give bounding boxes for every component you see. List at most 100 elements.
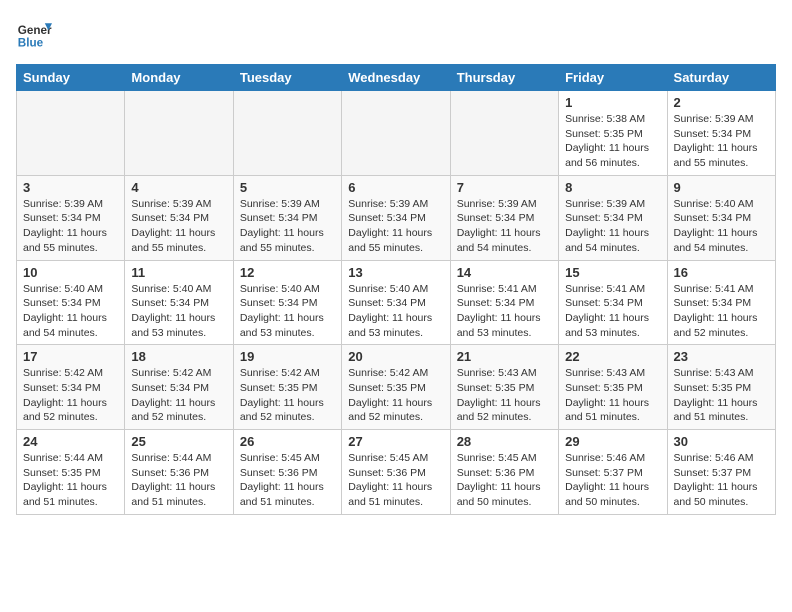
day-number: 1 — [565, 95, 660, 110]
calendar-cell — [17, 91, 125, 176]
calendar-cell: 8 Sunrise: 5:39 AM Sunset: 5:34 PM Daylig… — [559, 175, 667, 260]
day-number: 17 — [23, 349, 118, 364]
calendar-cell: 24 Sunrise: 5:44 AM Sunset: 5:35 PM Dayli… — [17, 430, 125, 515]
day-info: Sunrise: 5:40 AM Sunset: 5:34 PM Dayligh… — [348, 282, 443, 341]
day-number: 18 — [131, 349, 226, 364]
day-info: Sunrise: 5:41 AM Sunset: 5:34 PM Dayligh… — [674, 282, 769, 341]
calendar-cell: 1 Sunrise: 5:38 AM Sunset: 5:35 PM Daylig… — [559, 91, 667, 176]
calendar-cell: 30 Sunrise: 5:46 AM Sunset: 5:37 PM Dayli… — [667, 430, 775, 515]
calendar-week-row: 3 Sunrise: 5:39 AM Sunset: 5:34 PM Daylig… — [17, 175, 776, 260]
day-number: 14 — [457, 265, 552, 280]
day-info: Sunrise: 5:42 AM Sunset: 5:34 PM Dayligh… — [23, 366, 118, 425]
weekday-header-cell: Friday — [559, 65, 667, 91]
calendar-cell: 2 Sunrise: 5:39 AM Sunset: 5:34 PM Daylig… — [667, 91, 775, 176]
day-info: Sunrise: 5:46 AM Sunset: 5:37 PM Dayligh… — [674, 451, 769, 510]
calendar-cell: 13 Sunrise: 5:40 AM Sunset: 5:34 PM Dayli… — [342, 260, 450, 345]
day-number: 23 — [674, 349, 769, 364]
day-info: Sunrise: 5:39 AM Sunset: 5:34 PM Dayligh… — [348, 197, 443, 256]
calendar-cell: 28 Sunrise: 5:45 AM Sunset: 5:36 PM Dayli… — [450, 430, 558, 515]
day-info: Sunrise: 5:43 AM Sunset: 5:35 PM Dayligh… — [674, 366, 769, 425]
calendar-cell: 21Sunrise: 5:43 AM Sunset: 5:35 PM Dayli… — [450, 345, 558, 430]
day-info: Sunrise: 5:41 AM Sunset: 5:34 PM Dayligh… — [457, 282, 552, 341]
day-info: Sunrise: 5:39 AM Sunset: 5:34 PM Dayligh… — [674, 112, 769, 171]
calendar-table: SundayMondayTuesdayWednesdayThursdayFrid… — [16, 64, 776, 515]
calendar-cell — [342, 91, 450, 176]
calendar-week-row: 24 Sunrise: 5:44 AM Sunset: 5:35 PM Dayli… — [17, 430, 776, 515]
calendar-cell: 16Sunrise: 5:41 AM Sunset: 5:34 PM Dayli… — [667, 260, 775, 345]
day-number: 22 — [565, 349, 660, 364]
calendar-cell: 17 Sunrise: 5:42 AM Sunset: 5:34 PM Dayli… — [17, 345, 125, 430]
day-info: Sunrise: 5:39 AM Sunset: 5:34 PM Dayligh… — [23, 197, 118, 256]
day-info: Sunrise: 5:42 AM Sunset: 5:34 PM Dayligh… — [131, 366, 226, 425]
day-info: Sunrise: 5:40 AM Sunset: 5:34 PM Dayligh… — [240, 282, 335, 341]
day-number: 19 — [240, 349, 335, 364]
day-info: Sunrise: 5:45 AM Sunset: 5:36 PM Dayligh… — [457, 451, 552, 510]
day-number: 4 — [131, 180, 226, 195]
calendar-cell: 3 Sunrise: 5:39 AM Sunset: 5:34 PM Daylig… — [17, 175, 125, 260]
calendar-cell: 14 Sunrise: 5:41 AM Sunset: 5:34 PM Dayli… — [450, 260, 558, 345]
calendar-cell: 26 Sunrise: 5:45 AM Sunset: 5:36 PM Dayli… — [233, 430, 341, 515]
calendar-cell: 5Sunrise: 5:39 AM Sunset: 5:34 PM Daylig… — [233, 175, 341, 260]
day-number: 24 — [23, 434, 118, 449]
calendar-cell: 15Sunrise: 5:41 AM Sunset: 5:34 PM Dayli… — [559, 260, 667, 345]
day-number: 7 — [457, 180, 552, 195]
weekday-header-cell: Wednesday — [342, 65, 450, 91]
calendar-cell: 10Sunrise: 5:40 AM Sunset: 5:34 PM Dayli… — [17, 260, 125, 345]
day-info: Sunrise: 5:40 AM Sunset: 5:34 PM Dayligh… — [23, 282, 118, 341]
day-number: 25 — [131, 434, 226, 449]
calendar-body: 1 Sunrise: 5:38 AM Sunset: 5:35 PM Daylig… — [17, 91, 776, 515]
day-info: Sunrise: 5:40 AM Sunset: 5:34 PM Dayligh… — [131, 282, 226, 341]
day-info: Sunrise: 5:44 AM Sunset: 5:35 PM Dayligh… — [23, 451, 118, 510]
weekday-header-cell: Sunday — [17, 65, 125, 91]
calendar-week-row: 10Sunrise: 5:40 AM Sunset: 5:34 PM Dayli… — [17, 260, 776, 345]
calendar-cell: 9 Sunrise: 5:40 AM Sunset: 5:34 PM Daylig… — [667, 175, 775, 260]
day-info: Sunrise: 5:39 AM Sunset: 5:34 PM Dayligh… — [131, 197, 226, 256]
day-number: 12 — [240, 265, 335, 280]
calendar-cell: 20 Sunrise: 5:42 AM Sunset: 5:35 PM Dayli… — [342, 345, 450, 430]
day-number: 26 — [240, 434, 335, 449]
calendar-cell: 22Sunrise: 5:43 AM Sunset: 5:35 PM Dayli… — [559, 345, 667, 430]
day-info: Sunrise: 5:38 AM Sunset: 5:35 PM Dayligh… — [565, 112, 660, 171]
day-info: Sunrise: 5:41 AM Sunset: 5:34 PM Dayligh… — [565, 282, 660, 341]
day-info: Sunrise: 5:45 AM Sunset: 5:36 PM Dayligh… — [240, 451, 335, 510]
day-number: 29 — [565, 434, 660, 449]
day-info: Sunrise: 5:44 AM Sunset: 5:36 PM Dayligh… — [131, 451, 226, 510]
calendar-week-row: 17 Sunrise: 5:42 AM Sunset: 5:34 PM Dayli… — [17, 345, 776, 430]
day-info: Sunrise: 5:43 AM Sunset: 5:35 PM Dayligh… — [457, 366, 552, 425]
calendar-cell — [450, 91, 558, 176]
weekday-header-cell: Monday — [125, 65, 233, 91]
day-number: 3 — [23, 180, 118, 195]
calendar-cell: 12 Sunrise: 5:40 AM Sunset: 5:34 PM Dayli… — [233, 260, 341, 345]
calendar-cell: 19 Sunrise: 5:42 AM Sunset: 5:35 PM Dayli… — [233, 345, 341, 430]
day-number: 9 — [674, 180, 769, 195]
calendar-cell: 4 Sunrise: 5:39 AM Sunset: 5:34 PM Daylig… — [125, 175, 233, 260]
page-header: General Blue — [16, 16, 776, 52]
day-number: 30 — [674, 434, 769, 449]
day-info: Sunrise: 5:40 AM Sunset: 5:34 PM Dayligh… — [674, 197, 769, 256]
calendar-cell: 29 Sunrise: 5:46 AM Sunset: 5:37 PM Dayli… — [559, 430, 667, 515]
logo-icon: General Blue — [16, 16, 52, 52]
day-number: 20 — [348, 349, 443, 364]
day-info: Sunrise: 5:39 AM Sunset: 5:34 PM Dayligh… — [565, 197, 660, 256]
day-number: 6 — [348, 180, 443, 195]
calendar-cell: 18 Sunrise: 5:42 AM Sunset: 5:34 PM Dayli… — [125, 345, 233, 430]
day-info: Sunrise: 5:42 AM Sunset: 5:35 PM Dayligh… — [348, 366, 443, 425]
day-number: 13 — [348, 265, 443, 280]
calendar-cell: 11 Sunrise: 5:40 AM Sunset: 5:34 PM Dayli… — [125, 260, 233, 345]
calendar-cell — [125, 91, 233, 176]
day-info: Sunrise: 5:46 AM Sunset: 5:37 PM Dayligh… — [565, 451, 660, 510]
calendar-cell: 23 Sunrise: 5:43 AM Sunset: 5:35 PM Dayli… — [667, 345, 775, 430]
day-info: Sunrise: 5:39 AM Sunset: 5:34 PM Dayligh… — [457, 197, 552, 256]
day-info: Sunrise: 5:42 AM Sunset: 5:35 PM Dayligh… — [240, 366, 335, 425]
day-number: 27 — [348, 434, 443, 449]
weekday-header-cell: Tuesday — [233, 65, 341, 91]
day-number: 8 — [565, 180, 660, 195]
calendar-cell: 6 Sunrise: 5:39 AM Sunset: 5:34 PM Daylig… — [342, 175, 450, 260]
day-info: Sunrise: 5:45 AM Sunset: 5:36 PM Dayligh… — [348, 451, 443, 510]
day-info: Sunrise: 5:39 AM Sunset: 5:34 PM Dayligh… — [240, 197, 335, 256]
calendar-cell: 7 Sunrise: 5:39 AM Sunset: 5:34 PM Daylig… — [450, 175, 558, 260]
day-number: 11 — [131, 265, 226, 280]
day-number: 28 — [457, 434, 552, 449]
day-number: 2 — [674, 95, 769, 110]
calendar-cell — [233, 91, 341, 176]
